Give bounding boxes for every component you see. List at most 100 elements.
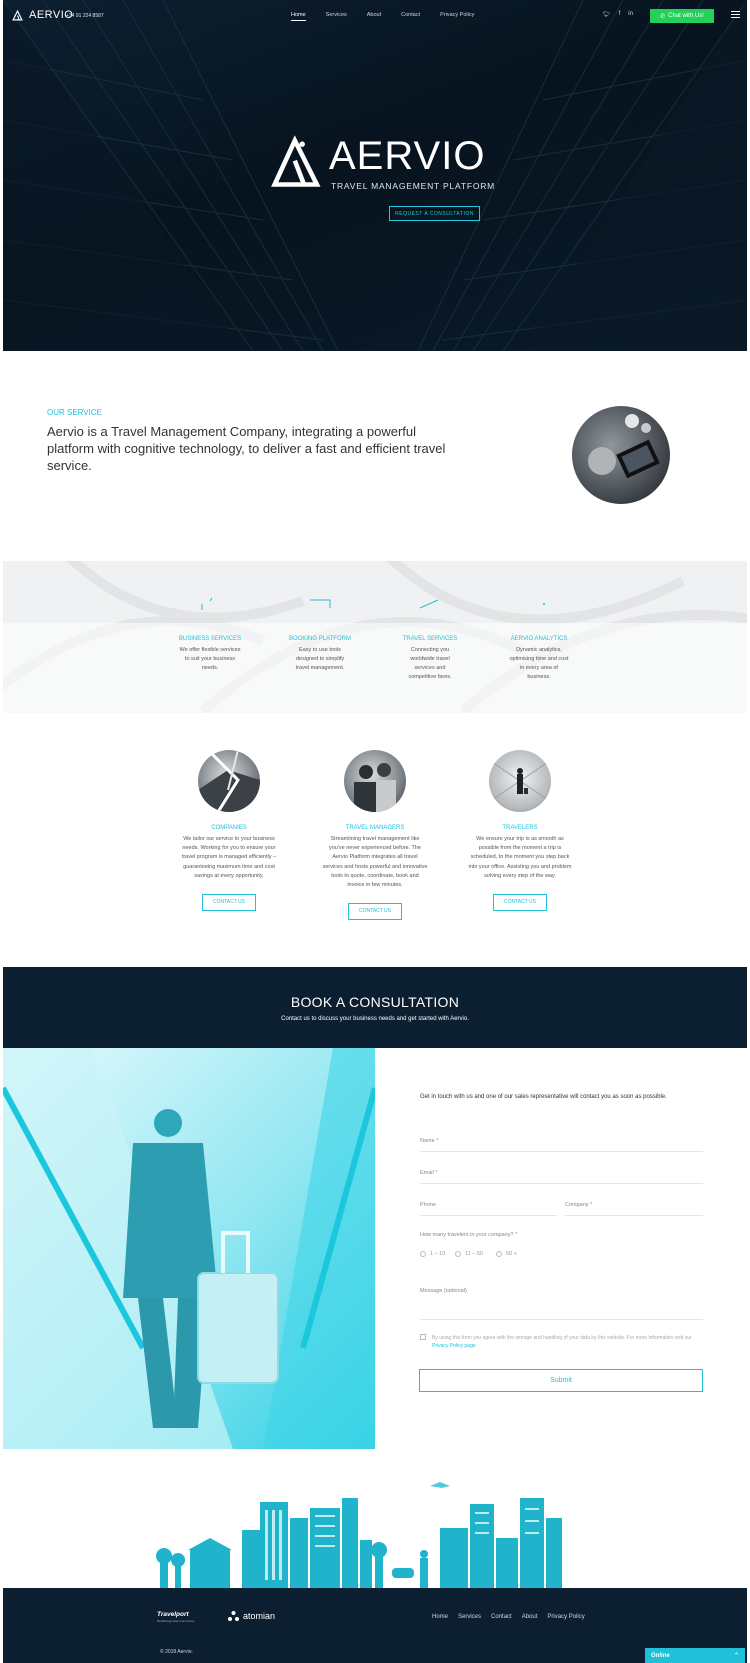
hero-subtitle: TRAVEL MANAGEMENT PLATFORM: [331, 181, 496, 191]
audience-desc: We tailor our service to your business n…: [181, 836, 277, 879]
name-field[interactable]: Name *: [420, 1138, 703, 1152]
request-consultation-button[interactable]: REQUEST A CONSULTATION: [389, 206, 480, 221]
feature-desc: Easy to use tools designed to simplify t…: [295, 647, 345, 671]
nav-about[interactable]: About: [367, 12, 381, 21]
audience-travel-managers: TRAVEL MANAGERS Streamlining travel mana…: [322, 750, 428, 921]
consent-checkbox[interactable]: [420, 1334, 426, 1340]
audience-title: TRAVEL MANAGERS: [345, 825, 405, 831]
radio-label: 11 – 50: [465, 1251, 483, 1257]
city-skyline-illustration: [156, 1482, 562, 1588]
travelers-question: How many travelers in your company? *: [420, 1232, 703, 1246]
main-menu: Home Services About Contact Privacy Poli…: [291, 12, 494, 21]
copyright: © 2018 Aervio.: [160, 1649, 193, 1655]
atomian-logo-icon: [228, 1611, 239, 1621]
strip-overlay: [3, 623, 747, 713]
travel-managers-photo: [344, 750, 406, 812]
feature-business-services: BUSINESS SERVICES We offer flexible serv…: [168, 636, 252, 673]
consent-label: By using this form you agree with the st…: [432, 1335, 692, 1341]
feature-desc: Dynamic analytics, optimising time and c…: [509, 647, 569, 680]
hero-logo-mark-icon: [271, 135, 321, 187]
submit-button[interactable]: Submit: [419, 1369, 703, 1392]
nav-contact[interactable]: Contact: [401, 12, 420, 21]
feature-desc: We offer flexible services to suit your …: [179, 647, 241, 671]
travelers-photo: [489, 750, 551, 812]
linkedin-icon[interactable]: in: [628, 11, 633, 18]
form-intro: Get in touch with us and one of our sale…: [420, 1094, 667, 1100]
audience-desc: Streamlining travel management like you'…: [322, 836, 428, 889]
page: AERVIO +34 91 224 8587 Home Services Abo…: [0, 0, 750, 1663]
companies-photo: [198, 750, 260, 812]
audience-title: COMPANIES: [211, 825, 247, 831]
email-label: Email: [420, 1170, 434, 1176]
required-mark: *: [435, 1170, 438, 1176]
message-field[interactable]: Message (optional): [420, 1288, 703, 1320]
our-service-text: Aervio is a Travel Management Company, i…: [47, 424, 446, 473]
footer-nav-privacy-policy[interactable]: Privacy Policy: [547, 1614, 584, 1620]
our-service-heading: OUR SERVICE: [47, 408, 102, 417]
radio-label: 50 +: [506, 1251, 517, 1257]
feature-title: BUSINESS SERVICES: [178, 636, 242, 642]
audience-title: TRAVELERS: [502, 825, 538, 831]
companies-contact-button[interactable]: CONTACT US: [202, 894, 256, 912]
audience-companies: COMPANIES We tailor our service to your …: [176, 750, 282, 912]
aervio-logo-icon: [12, 9, 23, 21]
travelport-tagline: Redefining travel commerce: [157, 1619, 195, 1623]
chevron-up-icon: ⌃: [733, 1653, 739, 1659]
nav-services[interactable]: Services: [326, 12, 347, 21]
name-label: Name: [420, 1138, 435, 1144]
radio-11-50[interactable]: 11 – 50: [455, 1251, 483, 1257]
footer-nav-home[interactable]: Home: [432, 1614, 448, 1620]
feature-booking-platform: BOOKING PLATFORM Easy to use tools desig…: [278, 636, 362, 673]
travelport-name: Travelport: [157, 1611, 189, 1618]
feature-title: AERVIO ANALYTICS: [510, 636, 568, 642]
top-nav: AERVIO +34 91 224 8587 Home Services Abo…: [3, 0, 747, 32]
facebook-icon[interactable]: f: [619, 11, 621, 18]
radio-label: 1 – 10: [430, 1251, 446, 1257]
footer-nav-contact[interactable]: Contact: [491, 1614, 512, 1620]
brand-logo[interactable]: AERVIO: [12, 9, 73, 21]
travelport-logo[interactable]: Travelport Redefining travel commerce: [157, 1611, 194, 1623]
travelers-label: How many travelers in your company?: [420, 1232, 514, 1238]
booking-platform-icon: [310, 599, 331, 608]
hero-section: AERVIO +34 91 224 8587 Home Services Abo…: [3, 0, 747, 351]
hero-title: AERVIO: [329, 134, 486, 178]
footer-nav-about[interactable]: About: [522, 1614, 538, 1620]
phone-number[interactable]: +34 91 224 8587: [66, 13, 104, 19]
service-photo: [572, 406, 670, 504]
hamburger-menu-icon[interactable]: [731, 11, 740, 18]
required-mark: *: [436, 1138, 439, 1144]
atomian-logo[interactable]: atomian: [228, 1611, 275, 1621]
required-mark: *: [515, 1232, 518, 1238]
phone-field[interactable]: Phone: [420, 1202, 557, 1216]
company-field[interactable]: Company *: [565, 1202, 703, 1216]
social-links: 🐦︎ f in: [603, 11, 633, 18]
traveler-photo: [3, 1048, 375, 1449]
privacy-policy-link[interactable]: Privacy Policy page: [432, 1343, 476, 1349]
footer-nav-services[interactable]: Services: [458, 1614, 481, 1620]
business-services-icon: [201, 598, 213, 610]
message-label: Message (optional): [420, 1288, 467, 1294]
radio-50-plus[interactable]: 50 +: [496, 1251, 517, 1257]
whatsapp-icon: ✆: [660, 13, 666, 20]
chat-label: Chat with Us!: [668, 13, 704, 19]
radio-circle-icon: [420, 1251, 426, 1257]
footer: [3, 1588, 747, 1663]
features-strip: [3, 561, 747, 713]
online-chat-tab[interactable]: Online ⌃: [645, 1648, 745, 1663]
radio-1-10[interactable]: 1 – 10: [420, 1251, 445, 1257]
audience-travelers: TRAVELERS We ensure your trip is as smoo…: [467, 750, 573, 912]
feature-aervio-analytics: AERVIO ANALYTICS Dynamic analytics, opti…: [497, 636, 581, 682]
nav-privacy-policy[interactable]: Privacy Policy: [440, 12, 474, 21]
company-label: Company: [565, 1202, 589, 1208]
chat-with-us-button[interactable]: ✆ Chat with Us!: [650, 9, 714, 23]
travelers-contact-button[interactable]: CONTACT US: [493, 894, 547, 912]
feature-desc: Connecting you worldwide travel services…: [408, 647, 452, 680]
twitter-icon[interactable]: 🐦︎: [603, 11, 611, 18]
travel-managers-contact-button[interactable]: CONTACT US: [348, 903, 402, 921]
feature-title: BOOKING PLATFORM: [289, 636, 351, 642]
nav-home[interactable]: Home: [291, 12, 306, 21]
email-field[interactable]: Email *: [420, 1170, 703, 1184]
footer-menu: Home Services Contact About Privacy Poli…: [432, 1614, 585, 1620]
book-consultation-banner: BOOK A CONSULTATION Contact us to discus…: [3, 967, 747, 1048]
online-label: Online: [651, 1652, 670, 1659]
